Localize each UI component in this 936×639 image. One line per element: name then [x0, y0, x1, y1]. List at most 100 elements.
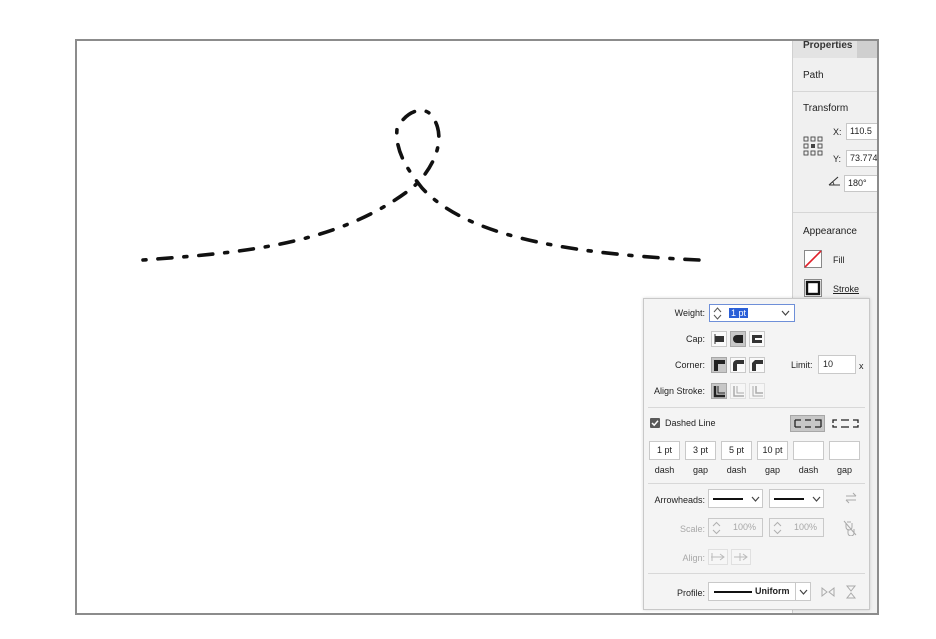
align-outside-button[interactable]: [749, 383, 765, 399]
align-inside-button[interactable]: [730, 383, 746, 399]
round-join-icon: [733, 360, 744, 371]
miter-join-icon: [714, 360, 725, 371]
scale-label: Scale:: [679, 524, 705, 534]
arrowheads-label: Arrowheads:: [654, 495, 705, 505]
limit-unit: x: [859, 361, 864, 371]
gap-1-input[interactable]: 3 pt: [685, 441, 716, 460]
flip-along-icon[interactable]: [821, 586, 835, 598]
profile-select[interactable]: Uniform: [708, 582, 811, 601]
chevron-down-icon: [812, 496, 821, 502]
chevron-down-icon: [751, 496, 760, 502]
start-arrowhead-select[interactable]: [708, 489, 763, 508]
fill-label[interactable]: Fill: [833, 255, 845, 265]
stroke-options-popup: Weight: 1 pt Cap: Corner: Limit: 10 x Al…: [643, 298, 870, 610]
line-swatch: [713, 498, 743, 500]
stroke-link[interactable]: Stroke: [833, 284, 859, 294]
divider: [648, 483, 865, 484]
corner-label: Corner:: [674, 360, 705, 370]
align-inside-icon: [733, 386, 744, 397]
start-scale-input[interactable]: 100%: [708, 518, 763, 537]
transform-section-title: Transform: [803, 103, 849, 114]
angle-input[interactable]: 180°: [844, 175, 877, 192]
align-dash-corners-icon: [832, 419, 859, 428]
gap-3-label: gap: [836, 465, 853, 475]
weight-label: Weight:: [674, 308, 705, 318]
chevron-down-icon: [799, 589, 808, 595]
place-arrow-tip-button[interactable]: [731, 549, 751, 565]
y-label: Y:: [833, 154, 842, 164]
align-center-icon: [713, 386, 725, 398]
place-arrow-icon: [734, 553, 748, 561]
align-arrowheads-label: Align:: [682, 553, 705, 563]
flip-across-icon[interactable]: [845, 585, 857, 599]
dash-1-label: dash: [654, 465, 675, 475]
divider: [793, 212, 877, 213]
round-cap-button[interactable]: [730, 331, 746, 347]
rotate-angle-icon: [828, 176, 840, 186]
bevel-join-button[interactable]: [749, 357, 765, 373]
stepper-icon[interactable]: [713, 306, 722, 321]
divider: [795, 583, 796, 600]
gap-1-label: gap: [692, 465, 709, 475]
weight-input[interactable]: 1 pt: [729, 308, 749, 318]
tab-strip: [857, 41, 877, 58]
end-scale-input[interactable]: 100%: [769, 518, 824, 537]
dash-2-input[interactable]: 5 pt: [721, 441, 752, 460]
projecting-cap-button[interactable]: [749, 331, 765, 347]
round-join-button[interactable]: [730, 357, 746, 373]
extend-arrow-tip-button[interactable]: [708, 549, 728, 565]
dashed-line-label: Dashed Line: [665, 418, 716, 428]
end-scale-value: 100%: [793, 522, 817, 532]
divider: [648, 573, 865, 574]
y-input[interactable]: 73.774: [846, 150, 877, 167]
chevron-down-icon[interactable]: [781, 310, 790, 317]
align-center-button[interactable]: [711, 383, 727, 399]
stepper-icon: [712, 521, 721, 535]
profile-value: Uniform: [755, 586, 790, 596]
preserve-dash-icon: [794, 419, 822, 428]
reference-point-icon[interactable]: [803, 136, 825, 156]
cap-label: Cap:: [685, 334, 705, 344]
projecting-cap-icon: [752, 335, 762, 343]
appearance-section-title: Appearance: [803, 226, 857, 237]
fill-none-icon[interactable]: [804, 250, 822, 268]
preserve-dash-button[interactable]: [790, 415, 825, 432]
start-scale-value: 100%: [732, 522, 756, 532]
miter-join-button[interactable]: [711, 357, 727, 373]
line-swatch: [774, 498, 804, 500]
align-outside-icon: [752, 386, 763, 397]
gap-3-input[interactable]: [829, 441, 860, 460]
profile-line-swatch: [714, 591, 752, 593]
align-dash-corners-button[interactable]: [828, 415, 863, 432]
round-cap-icon: [733, 335, 743, 343]
dashed-path[interactable]: [141, 108, 701, 262]
dashed-line-checkbox[interactable]: [650, 418, 660, 428]
dash-2-label: dash: [726, 465, 747, 475]
link-scale-icon[interactable]: [843, 520, 857, 536]
butt-cap-button[interactable]: [711, 331, 727, 347]
stroke-swatch-icon[interactable]: [804, 279, 822, 297]
butt-cap-icon: [714, 334, 724, 344]
dash-3-input[interactable]: [793, 441, 824, 460]
dash-1-input[interactable]: 1 pt: [649, 441, 680, 460]
divider: [648, 407, 865, 408]
limit-label: Limit:: [791, 360, 813, 370]
limit-input[interactable]: 10: [818, 355, 856, 374]
swap-arrowheads-icon[interactable]: [844, 492, 858, 504]
gap-2-label: gap: [764, 465, 781, 475]
check-icon: [651, 420, 659, 427]
stepper-icon: [773, 521, 782, 535]
object-type-label: Path: [803, 70, 824, 81]
gap-2-input[interactable]: 10 pt: [757, 441, 788, 460]
align-stroke-label: Align Stroke:: [653, 386, 705, 396]
weight-field[interactable]: 1 pt: [709, 304, 795, 322]
x-label: X:: [833, 127, 842, 137]
profile-label: Profile:: [676, 588, 705, 598]
extend-arrow-icon: [711, 553, 725, 561]
x-input[interactable]: 110.5: [846, 123, 877, 140]
tab-properties[interactable]: Properties: [793, 41, 867, 58]
end-arrowhead-select[interactable]: [769, 489, 824, 508]
divider: [793, 91, 877, 92]
bevel-join-icon: [752, 360, 763, 371]
dash-3-label: dash: [798, 465, 819, 475]
